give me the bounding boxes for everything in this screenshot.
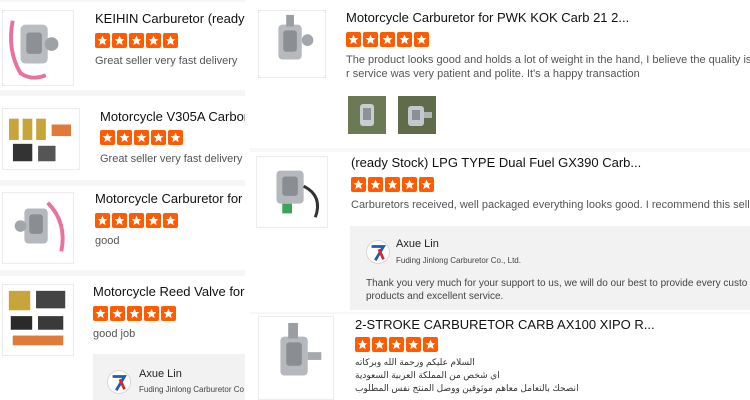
review-text-line: انصحك بالتعامل معاهم موثوقين ووصل المنتج… xyxy=(355,383,579,393)
review-text-line: اي شخص من المملكة العربية السعودية xyxy=(355,370,500,380)
star-icon xyxy=(163,33,178,48)
seller-logo-icon xyxy=(366,240,390,264)
review-text-line: The product looks good and holds a lot o… xyxy=(346,54,750,66)
star-icon xyxy=(127,306,142,321)
product-title[interactable]: KEIHIN Carburetor (ready Sto xyxy=(95,11,245,26)
product-thumbnail[interactable] xyxy=(2,284,74,356)
review-card[interactable]: 2-STROKE CARBURETOR CARB AX100 XIPO R...… xyxy=(250,314,750,400)
star-icon xyxy=(402,177,417,192)
star-icon xyxy=(397,32,412,47)
product-title[interactable]: 2-STROKE CARBURETOR CARB AX100 XIPO R... xyxy=(355,317,750,332)
star-icon xyxy=(117,130,132,145)
seller-name: Axue Lin xyxy=(396,238,439,250)
star-icon xyxy=(346,32,361,47)
rating-stars xyxy=(93,306,176,322)
left-review-column: KEIHIN Carburetor (ready Sto Great selle… xyxy=(0,0,245,400)
rating-stars xyxy=(100,130,183,146)
right-review-column: Motorcycle Carburetor for PWK KOK Carb 2… xyxy=(250,0,750,400)
review-text-line: السلام عليكم ورحمة الله وبركاته xyxy=(355,357,475,367)
star-icon xyxy=(423,337,438,352)
star-icon xyxy=(406,337,421,352)
product-title[interactable]: Motorcycle Reed Valve for Ka xyxy=(93,284,245,299)
review-text-line: r service was very patient and polite. I… xyxy=(346,68,640,80)
star-icon xyxy=(385,177,400,192)
review-card[interactable]: Motorcycle V305A Carbon R Great seller v… xyxy=(0,96,245,180)
star-icon xyxy=(129,213,144,228)
rating-stars xyxy=(95,33,178,49)
review-card[interactable]: KEIHIN Carburetor (ready Sto Great selle… xyxy=(0,2,245,90)
star-icon xyxy=(368,177,383,192)
star-icon xyxy=(151,130,166,145)
star-icon xyxy=(112,33,127,48)
star-icon xyxy=(161,306,176,321)
rating-stars xyxy=(346,32,429,48)
review-text: Great seller very fast delivery xyxy=(100,153,243,165)
star-icon xyxy=(146,33,161,48)
review-card[interactable]: Motorcycle Carburetor for PV good xyxy=(0,186,245,270)
rating-stars xyxy=(95,213,178,229)
product-thumbnail[interactable] xyxy=(256,156,328,228)
star-icon xyxy=(355,337,370,352)
product-thumbnail[interactable] xyxy=(2,192,74,264)
rating-stars xyxy=(355,337,438,353)
seller-logo-icon xyxy=(107,370,131,394)
seller-company: Fuding Jinlong Carburetor Co xyxy=(139,385,244,394)
star-icon xyxy=(93,306,108,321)
star-icon xyxy=(95,33,110,48)
product-title[interactable]: Motorcycle Carburetor for PV xyxy=(95,191,245,206)
product-title[interactable]: (ready Stock) LPG TYPE Dual Fuel GX390 C… xyxy=(351,155,750,170)
rating-stars xyxy=(351,177,434,193)
star-icon xyxy=(372,337,387,352)
star-icon xyxy=(146,213,161,228)
seller-reply: Axue Lin Fuding Jinlong Carburetor Co., … xyxy=(350,226,750,310)
seller-reply-text: products and excellent service. xyxy=(366,291,504,302)
review-card[interactable]: (ready Stock) LPG TYPE Dual Fuel GX390 C… xyxy=(250,152,750,312)
star-icon xyxy=(112,213,127,228)
star-icon xyxy=(144,306,159,321)
review-photo[interactable] xyxy=(348,96,386,134)
review-card[interactable]: Motorcycle Reed Valve for Ka good job Ax… xyxy=(0,276,245,400)
star-icon xyxy=(129,33,144,48)
star-icon xyxy=(134,130,149,145)
seller-reply-text: Thank you very much for your support to … xyxy=(366,278,748,289)
star-icon xyxy=(100,130,115,145)
review-card[interactable]: Motorcycle Carburetor for PWK KOK Carb 2… xyxy=(250,0,750,148)
product-thumbnail[interactable] xyxy=(258,316,334,400)
star-icon xyxy=(363,32,378,47)
star-icon xyxy=(163,213,178,228)
product-thumbnail[interactable] xyxy=(258,10,326,78)
review-text: Carburetors received, well packaged ever… xyxy=(351,199,750,211)
star-icon xyxy=(419,177,434,192)
seller-reply: Axue Lin Fuding Jinlong Carburetor Co xyxy=(93,354,245,400)
review-text: good xyxy=(95,235,120,247)
review-text: good job xyxy=(93,328,136,340)
product-title[interactable]: Motorcycle V305A Carbon R xyxy=(100,109,245,124)
product-title[interactable]: Motorcycle Carburetor for PWK KOK Carb 2… xyxy=(346,10,746,25)
review-photo[interactable] xyxy=(398,96,436,134)
star-icon xyxy=(351,177,366,192)
star-icon xyxy=(95,213,110,228)
star-icon xyxy=(110,306,125,321)
star-icon xyxy=(380,32,395,47)
seller-company: Fuding Jinlong Carburetor Co., Ltd. xyxy=(396,256,521,265)
product-thumbnail[interactable] xyxy=(2,10,74,86)
star-icon xyxy=(389,337,404,352)
product-thumbnail[interactable] xyxy=(2,108,80,170)
review-text: Great seller very fast delivery xyxy=(95,55,238,67)
star-icon xyxy=(414,32,429,47)
seller-name: Axue Lin xyxy=(139,368,182,380)
star-icon xyxy=(168,130,183,145)
